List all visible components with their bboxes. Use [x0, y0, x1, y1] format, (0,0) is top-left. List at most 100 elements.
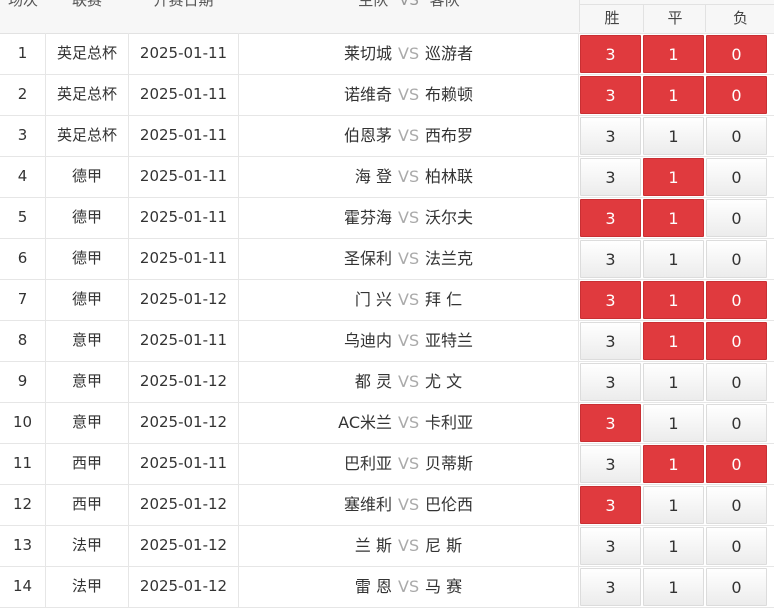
odds-win-button[interactable]: 3 [580, 240, 641, 278]
match-date: 2025-01-12 [129, 484, 239, 525]
vs-label: VS [398, 290, 420, 309]
odds-draw-button[interactable]: 1 [643, 404, 704, 442]
header-home: 主队 [358, 0, 389, 9]
odds-draw-button[interactable]: 1 [643, 527, 704, 565]
odds-draw-button[interactable]: 1 [643, 568, 704, 606]
away-team: 沃尔夫 [425, 208, 474, 227]
match-index: 5 [0, 197, 46, 238]
odds-draw-button[interactable]: 1 [643, 240, 704, 278]
match-date: 2025-01-11 [129, 238, 239, 279]
odds-win-button[interactable]: 3 [580, 35, 641, 73]
match-teams: AC米兰 VS 卡利亚 [239, 402, 579, 443]
table-row: 1 英足总杯 2025-01-11 莱切城 VS 巡游者 3 1 0 [0, 33, 774, 75]
odds-win-button[interactable]: 3 [580, 281, 641, 319]
home-team: 兰 斯 [354, 536, 392, 555]
odds-lose-button[interactable]: 0 [706, 240, 767, 278]
league-name: 西甲 [46, 484, 129, 525]
match-index: 11 [0, 443, 46, 484]
table-row: 2 英足总杯 2025-01-11 诺维奇 VS 布赖顿 3 1 0 [0, 74, 774, 116]
header-lose: 负 [705, 4, 774, 32]
odds-win-button[interactable]: 3 [580, 117, 641, 155]
home-team: 伯恩茅 [343, 126, 392, 145]
odds-lose-button[interactable]: 0 [706, 117, 767, 155]
league-name: 意甲 [46, 361, 129, 402]
odds-draw-button[interactable]: 1 [643, 486, 704, 524]
home-team: 圣保利 [343, 249, 392, 268]
odds-draw-button[interactable]: 1 [643, 117, 704, 155]
odds-draw-button[interactable]: 1 [643, 363, 704, 401]
match-teams: 巴利亚 VS 贝蒂斯 [239, 443, 579, 484]
away-team: 尼 斯 [425, 536, 463, 555]
odds-win-button[interactable]: 3 [580, 568, 641, 606]
odds-draw-button[interactable]: 1 [643, 199, 704, 237]
table-row: 7 德甲 2025-01-12 门 兴 VS 拜 仁 310 [0, 279, 774, 321]
away-team: 布赖顿 [425, 85, 474, 104]
match-teams: 乌迪内 VS 亚特兰 [239, 320, 579, 361]
match-date: 2025-01-11 [129, 320, 239, 361]
table-row: 14 法甲 2025-01-12 雷 恩 VS 马 赛 310 [0, 566, 774, 608]
match-teams: 兰 斯 VS 尼 斯 [239, 525, 579, 566]
table-row: 11 西甲 2025-01-11 巴利亚 VS 贝蒂斯 3 1 0 [0, 443, 774, 485]
match-index: 13 [0, 525, 46, 566]
odds-lose-button[interactable]: 0 [706, 76, 767, 114]
league-name: 法甲 [46, 566, 129, 607]
odds-draw-button[interactable]: 1 [643, 281, 704, 319]
away-team: 贝蒂斯 [425, 454, 474, 473]
away-team: 拜 仁 [425, 290, 463, 309]
odds-win-button[interactable]: 3 [580, 445, 641, 483]
odds-win-button[interactable]: 3 [580, 404, 641, 442]
vs-label: VS [398, 413, 420, 432]
odds-win-button[interactable]: 3 [580, 76, 641, 114]
odds-lose-button[interactable]: 0 [706, 486, 767, 524]
odds-lose-button[interactable]: 0 [706, 568, 767, 606]
header-vs: VS [399, 0, 419, 9]
odds-draw-button[interactable]: 1 [643, 445, 704, 483]
home-team: 门 兴 [354, 290, 392, 309]
odds-win-button[interactable]: 3 [580, 158, 641, 196]
odds-win-button[interactable]: 3 [580, 486, 641, 524]
table-row: 5 德甲 2025-01-11 霍芬海 VS 沃尔夫 3 1 0 [0, 197, 774, 239]
odds-draw-button[interactable]: 1 [643, 76, 704, 114]
odds-win-button[interactable]: 3 [580, 363, 641, 401]
match-date: 2025-01-11 [129, 443, 239, 484]
match-date: 2025-01-12 [129, 566, 239, 607]
vs-label: VS [398, 208, 420, 227]
table-row: 12 西甲 2025-01-12 塞维利 VS 巴伦西 3 1 0 [0, 484, 774, 526]
away-team: 亚特兰 [425, 331, 474, 350]
odds-lose-button[interactable]: 0 [706, 404, 767, 442]
odds-win-button[interactable]: 3 [580, 199, 641, 237]
home-team: AC米兰 [338, 413, 392, 432]
league-name: 英足总杯 [46, 115, 129, 156]
table-row: 6 德甲 2025-01-11 圣保利 VS 法兰克 3 1 0 [0, 238, 774, 280]
match-teams: 诺维奇 VS 布赖顿 [239, 74, 579, 115]
match-teams: 霍芬海 VS 沃尔夫 [239, 197, 579, 238]
match-index: 4 [0, 156, 46, 197]
match-date: 2025-01-12 [129, 361, 239, 402]
match-teams: 莱切城 VS 巡游者 [239, 33, 579, 74]
league-name: 意甲 [46, 402, 129, 443]
table-row: 8 意甲 2025-01-11 乌迪内 VS 亚特兰 3 1 0 [0, 320, 774, 362]
odds-lose-button[interactable]: 0 [706, 35, 767, 73]
vs-label: VS [398, 331, 420, 350]
odds-lose-button[interactable]: 0 [706, 158, 767, 196]
vs-label: VS [398, 536, 420, 555]
odds-lose-button[interactable]: 0 [706, 363, 767, 401]
match-date: 2025-01-12 [129, 402, 239, 443]
odds-lose-button[interactable]: 0 [706, 199, 767, 237]
away-team: 法兰克 [425, 249, 474, 268]
match-index: 14 [0, 566, 46, 607]
odds-draw-button[interactable]: 1 [643, 35, 704, 73]
match-teams: 都 灵 VS 尤 文 [239, 361, 579, 402]
odds-win-button[interactable]: 3 [580, 322, 641, 360]
vs-label: VS [398, 126, 420, 145]
odds-lose-button[interactable]: 0 [706, 281, 767, 319]
odds-win-button[interactable]: 3 [580, 527, 641, 565]
odds-lose-button[interactable]: 0 [706, 527, 767, 565]
odds-lose-button[interactable]: 0 [706, 322, 767, 360]
odds-draw-button[interactable]: 1 [643, 322, 704, 360]
home-team: 都 灵 [354, 372, 392, 391]
vs-label: VS [398, 495, 420, 514]
odds-draw-button[interactable]: 1 [643, 158, 704, 196]
odds-lose-button[interactable]: 0 [706, 445, 767, 483]
match-teams: 圣保利 VS 法兰克 [239, 238, 579, 279]
